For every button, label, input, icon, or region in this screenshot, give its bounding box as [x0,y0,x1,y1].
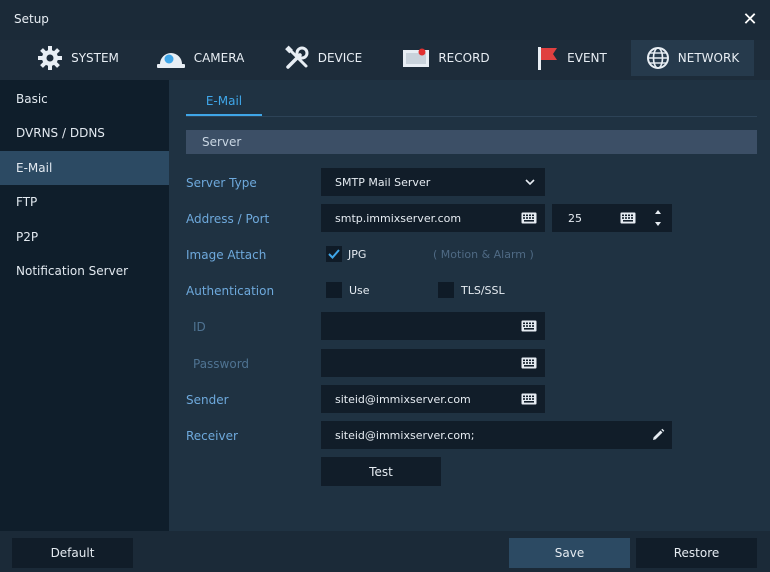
id-input[interactable] [321,312,545,340]
keyboard-icon[interactable] [620,212,636,224]
sidebar-item-notification-server[interactable]: Notification Server [0,254,169,288]
subtab-email[interactable]: E-Mail [186,88,262,116]
keyboard-icon[interactable] [521,393,537,405]
server-type-value: SMTP Mail Server [335,175,431,189]
save-button[interactable]: Save [509,538,630,568]
address-input[interactable]: smtp.immixserver.com [321,204,545,232]
keyboard-icon[interactable] [521,320,537,332]
tab-system[interactable]: SYSTEM [28,40,128,76]
tab-record[interactable]: RECORD [398,40,494,76]
tab-label: DEVICE [317,51,363,65]
image-attach-label: Image Attach [186,248,267,262]
sidebar-item-dvrns-ddns[interactable]: DVRNS / DDNS [0,116,169,150]
pencil-icon[interactable] [651,428,665,442]
server-type-select[interactable]: SMTP Mail Server [321,168,545,196]
keyboard-icon[interactable] [521,212,537,224]
tls-ssl-checkbox[interactable] [438,282,454,298]
sidebar-item-label: Basic [16,92,48,106]
jpg-checkbox-label: JPG [348,248,367,261]
restore-button[interactable]: Restore [636,538,757,568]
sender-input[interactable]: siteid@immixserver.com [321,385,545,413]
main-panel: E-Mail Server Server Type SMTP Mail Serv… [169,80,770,531]
tab-camera[interactable]: CAMERA [150,40,250,76]
address-value: smtp.immixserver.com [335,211,462,225]
footer-bar: Default Save Restore [0,531,770,572]
sidebar-item-ftp[interactable]: FTP [0,185,169,219]
id-label: ID [193,320,206,334]
section-header-server: Server [186,130,757,154]
sidebar-item-label: P2P [16,230,39,244]
window-title: Setup [14,12,49,26]
authentication-label: Authentication [186,284,275,298]
camera-dome-icon [156,53,185,68]
jpg-checkbox[interactable] [326,246,342,262]
receiver-input[interactable]: siteid@immixserver.com; [321,421,672,449]
gear-icon [38,46,63,70]
record-icon [403,48,430,67]
sidebar-item-label: Notification Server [16,264,129,278]
close-icon[interactable]: ✕ [740,10,760,30]
port-input[interactable]: 25 [552,204,672,232]
sidebar-item-p2p[interactable]: P2P [0,220,169,254]
tools-icon [284,45,309,69]
sidebar-item-basic[interactable]: Basic [0,82,169,116]
main-tabs: SYSTEM CAMERA DEVICE RECORD EVENT NETWOR… [0,40,770,76]
use-checkbox-label: Use [349,284,370,297]
test-button[interactable]: Test [321,457,441,486]
checkmark-icon [328,249,340,259]
tab-device[interactable]: DEVICE [278,40,368,76]
tls-ssl-checkbox-label: TLS/SSL [461,284,505,297]
sender-value: siteid@immixserver.com [335,392,471,406]
sender-label: Sender [186,393,229,407]
use-checkbox[interactable] [326,282,342,298]
sidebar-item-label: DVRNS / DDNS [16,126,105,140]
tab-label: CAMERA [193,51,245,65]
receiver-value: siteid@immixserver.com; [335,428,475,442]
tab-label: NETWORK [677,51,740,65]
flag-icon [538,47,558,70]
globe-icon [646,47,669,69]
server-type-label: Server Type [186,176,257,190]
tab-event[interactable]: EVENT [528,40,614,76]
tab-label: EVENT [567,51,607,65]
default-button[interactable]: Default [12,538,133,568]
spin-arrows-icon[interactable] [654,208,662,228]
image-attach-hint: ( Motion & Alarm ) [433,248,534,261]
password-input[interactable] [321,349,545,377]
sidebar: Basic DVRNS / DDNS E-Mail FTP P2P Notifi… [0,80,169,531]
tab-label: SYSTEM [71,51,119,65]
password-label: Password [193,357,250,371]
tab-network[interactable]: NETWORK [631,40,754,76]
port-value: 25 [568,211,582,225]
tab-label: RECORD [438,51,490,65]
sidebar-item-label: E-Mail [16,161,53,175]
address-port-label: Address / Port [186,212,270,226]
keyboard-icon[interactable] [521,357,537,369]
sidebar-item-email[interactable]: E-Mail [0,151,169,185]
sidebar-item-label: FTP [16,195,38,209]
receiver-label: Receiver [186,429,238,443]
subtab-divider [186,116,757,117]
chevron-down-icon [525,179,535,186]
title-bar: Setup ✕ [0,0,770,40]
